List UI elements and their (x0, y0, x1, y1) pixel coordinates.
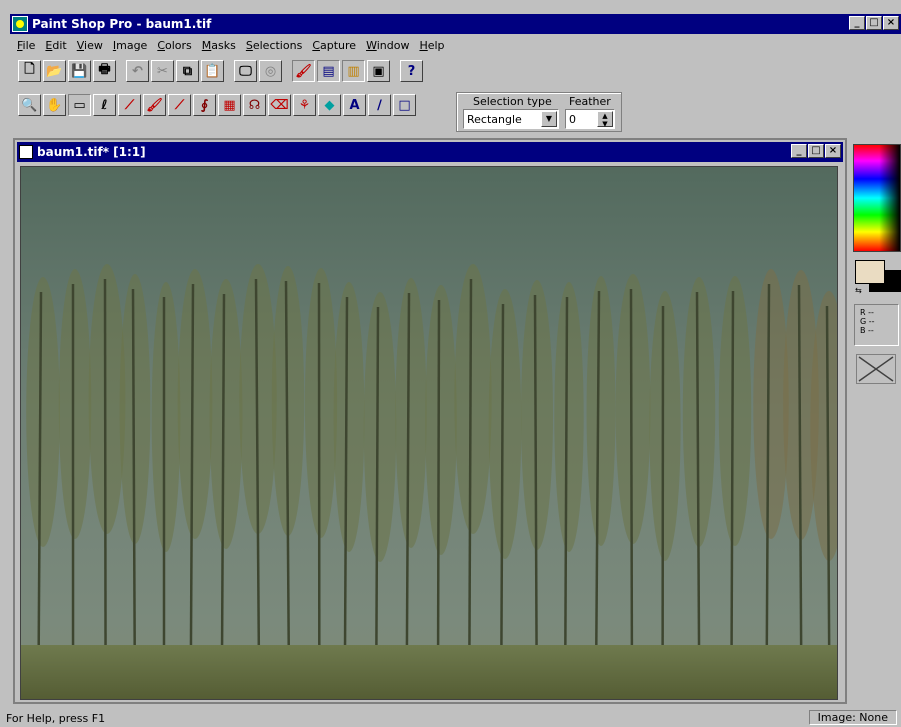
paintbrush-icon[interactable]: 🖌 (143, 94, 166, 116)
document-icon[interactable] (19, 145, 33, 159)
menu-colors[interactable]: Colors (152, 37, 196, 55)
copy-icon[interactable]: ⧉ (176, 60, 199, 82)
flood-fill-icon[interactable]: ◆ (318, 94, 341, 116)
brush-palette-icon[interactable]: 🖌 (292, 60, 315, 82)
foreground-color-swatch[interactable] (855, 260, 885, 284)
print-icon[interactable]: 🖶 (93, 60, 116, 82)
cut-icon[interactable]: ✂ (151, 60, 174, 82)
rectangle-select-icon[interactable]: ▭ (68, 94, 91, 116)
clone-brush-icon[interactable]: ⟋ (168, 94, 191, 116)
menu-edit[interactable]: Edit (40, 37, 71, 55)
feather-value: 0 (569, 113, 576, 126)
monitor-icon[interactable]: 🖵 (234, 60, 257, 82)
selection-type-dropdown[interactable]: Rectangle ▼ (463, 109, 559, 129)
menu-help[interactable]: Help (414, 37, 449, 55)
menu-bar: File Edit View Image Colors Masks Select… (12, 37, 450, 55)
app-title-bar[interactable]: Paint Shop Pro - baum1.tif _ □ × (10, 14, 901, 34)
selection-options-panel: Selection type Feather Rectangle ▼ 0 ▲ ▼ (456, 92, 622, 132)
main-toolbar: 🗋 📂 💾 🖶 ↶ ✂ ⧉ 📋 🖵 ◎ 🖌 ▤ ▥ ▣ ? (18, 60, 423, 82)
feather-stepper[interactable]: 0 ▲ ▼ (565, 109, 615, 129)
status-help-text: For Help, press F1 (6, 712, 106, 725)
spin-arrows-icon[interactable]: ▲ ▼ (597, 111, 613, 128)
maximize-button[interactable]: □ (866, 16, 882, 30)
doc-minimize-button[interactable]: _ (791, 144, 807, 158)
document-title: baum1.tif* [1:1] (37, 145, 146, 159)
lasso-icon[interactable]: ℓ (93, 94, 116, 116)
doc-close-button[interactable]: × (825, 144, 841, 158)
selection-type-label: Selection type (473, 95, 552, 108)
status-bar: For Help, press F1 Image: None (0, 709, 901, 727)
paint-shop-pro-icon[interactable] (12, 16, 28, 32)
close-button[interactable]: × (883, 16, 899, 30)
color-spectrum-picker[interactable] (853, 144, 901, 252)
color-palette: ⇆ R -- G -- B -- (848, 140, 901, 710)
rgb-readout: R -- G -- B -- (854, 304, 899, 346)
undo-icon[interactable]: ↶ (126, 60, 149, 82)
line-icon[interactable]: ∕ (368, 94, 391, 116)
save-icon[interactable]: 💾 (68, 60, 91, 82)
histogram-icon[interactable]: ▤ (317, 60, 340, 82)
zoom-icon[interactable]: 🔍 (18, 94, 41, 116)
rgb-green-value: G -- (860, 317, 875, 326)
image-overview-icon[interactable]: ▣ (367, 60, 390, 82)
paste-icon[interactable]: 📋 (201, 60, 224, 82)
rgb-red-value: R -- (860, 308, 874, 317)
rgb-blue-value: B -- (860, 326, 874, 335)
minimize-button[interactable]: _ (849, 16, 865, 30)
new-file-icon[interactable]: 🗋 (18, 60, 41, 82)
shape-icon[interactable]: □ (393, 94, 416, 116)
document-title-bar[interactable]: baum1.tif* [1:1] _ □ × (17, 142, 843, 162)
menu-masks[interactable]: Masks (197, 37, 241, 55)
context-help-icon[interactable]: ? (400, 60, 423, 82)
foggy-trees-photo (21, 167, 837, 699)
doc-maximize-button[interactable]: □ (808, 144, 824, 158)
transparent-color-icon[interactable] (856, 354, 896, 384)
menu-file[interactable]: File (12, 37, 40, 55)
color-swatches: ⇆ (853, 258, 901, 298)
image-canvas[interactable] (20, 166, 838, 700)
selection-type-value: Rectangle (467, 113, 522, 126)
menu-view[interactable]: View (72, 37, 108, 55)
tools-toolbar: 🔍 ✋ ▭ ℓ ⟋ 🖌 ⟋ ∮ ▦ ☊ ⌫ ⚘ ◆ A ∕ □ (18, 94, 416, 116)
swap-colors-icon[interactable]: ⇆ (855, 286, 862, 295)
color-bars-icon[interactable]: ▥ (342, 60, 365, 82)
retouch-icon[interactable]: ☊ (243, 94, 266, 116)
document-window[interactable]: baum1.tif* [1:1] _ □ × (13, 138, 847, 704)
status-image-info: Image: None (808, 710, 897, 725)
hand-pan-icon[interactable]: ✋ (43, 94, 66, 116)
app-title: Paint Shop Pro - baum1.tif (32, 17, 212, 31)
feather-label: Feather (569, 95, 611, 108)
menu-window[interactable]: Window (361, 37, 414, 55)
eyedropper-icon[interactable]: ⟋ (118, 94, 141, 116)
eraser-icon[interactable]: ⌫ (268, 94, 291, 116)
open-file-icon[interactable]: 📂 (43, 60, 66, 82)
menu-capture[interactable]: Capture (307, 37, 361, 55)
picture-tube-icon[interactable]: ⚘ (293, 94, 316, 116)
zoom-fit-icon[interactable]: ◎ (259, 60, 282, 82)
text-icon[interactable]: A (343, 94, 366, 116)
chevron-down-icon[interactable]: ▼ (541, 111, 557, 127)
color-replacer-icon[interactable]: ▦ (218, 94, 241, 116)
menu-image[interactable]: Image (108, 37, 152, 55)
menu-selections[interactable]: Selections (241, 37, 307, 55)
airbrush-icon[interactable]: ∮ (193, 94, 216, 116)
